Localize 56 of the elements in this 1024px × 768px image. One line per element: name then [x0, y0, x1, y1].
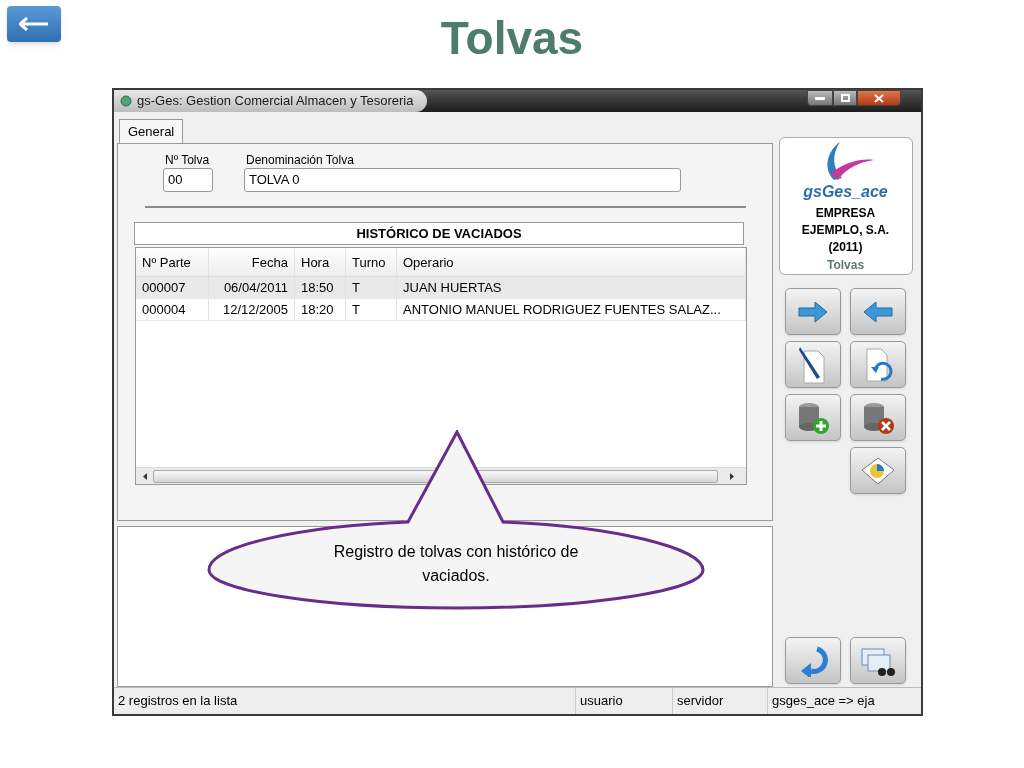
maximize-button[interactable] — [833, 90, 857, 106]
logo-text: gsGes_ace — [803, 182, 888, 202]
table-cell: 12/12/2005 — [209, 299, 295, 320]
undo-button[interactable] — [850, 341, 906, 388]
field-label: Nº Tolva — [164, 152, 211, 168]
status-text: gsges_ace => eja — [767, 688, 921, 714]
report-button[interactable] — [850, 447, 906, 494]
close-button[interactable] — [857, 90, 901, 106]
back-button[interactable] — [7, 6, 61, 42]
text-field[interactable]: 00 — [163, 168, 213, 192]
arrow-left-icon — [19, 17, 49, 31]
database-delete-icon — [861, 400, 895, 435]
previous-button[interactable] — [850, 288, 906, 335]
close-icon — [874, 93, 884, 103]
company-name: EMPRESA EJEMPLO, S.A. (2011) — [800, 205, 891, 256]
table-cell: JUAN HUERTAS — [397, 277, 746, 298]
column-header[interactable]: Operario — [397, 248, 746, 276]
field-label: Denominación Tolva — [245, 152, 355, 168]
table-cell: 18:20 — [295, 299, 346, 320]
status-text: usuario — [575, 688, 672, 714]
table-row[interactable]: 000004 12/12/2005 18:20 T ANTONIO MANUEL RODRIGUEZ FUENTES SALAZ... — [136, 299, 746, 321]
delete-record-button[interactable] — [850, 394, 906, 441]
table-cell: 000007 — [136, 277, 209, 298]
window-title: gs-Ges: Gestion Comercial Almacen y Tesoreria — [137, 92, 414, 111]
table-cell: ANTONIO MANUEL RODRIGUEZ FUENTES SALAZ... — [397, 299, 746, 320]
table-cell: 18:50 — [295, 277, 346, 298]
column-header[interactable]: Turno — [346, 248, 397, 276]
column-header[interactable]: Fecha — [209, 248, 295, 276]
horizontal-scrollbar[interactable] — [136, 467, 746, 484]
minimize-button[interactable] — [807, 90, 833, 106]
add-record-button[interactable] — [785, 394, 841, 441]
database-add-icon — [796, 400, 830, 435]
status-text: 2 registros en la lista — [117, 692, 239, 710]
table-cell: 000004 — [136, 299, 209, 320]
slide-title: Tolvas — [440, 11, 584, 66]
callout-text: Registro de tolvas con histórico de vaciados. — [332, 542, 580, 586]
table-title: HISTÓRICO DE VACIADOS — [134, 222, 744, 245]
next-button[interactable] — [785, 288, 841, 335]
module-name: Tolvas — [826, 257, 865, 274]
table-row[interactable]: 000007 06/04/2011 18:50 T JUAN HUERTAS — [136, 277, 746, 299]
column-header[interactable]: Hora — [295, 248, 346, 276]
column-header[interactable]: Nº Parte — [136, 248, 209, 276]
app-icon — [120, 95, 132, 107]
return-button[interactable] — [785, 637, 841, 684]
arrow-left-icon — [862, 299, 894, 324]
status-text: servidor — [672, 688, 767, 714]
tab[interactable]: General — [119, 119, 184, 143]
scroll-left-icon — [142, 472, 147, 480]
table-cell: 06/04/2011 — [209, 277, 295, 298]
table-cell: T — [346, 299, 397, 320]
text-field[interactable]: TOLVA 0 — [244, 168, 681, 192]
scroll-right-icon — [730, 472, 734, 480]
edit-button[interactable] — [785, 341, 841, 388]
table-cell: T — [346, 277, 397, 298]
arrow-right-icon — [797, 299, 829, 324]
search-button[interactable] — [850, 637, 906, 684]
